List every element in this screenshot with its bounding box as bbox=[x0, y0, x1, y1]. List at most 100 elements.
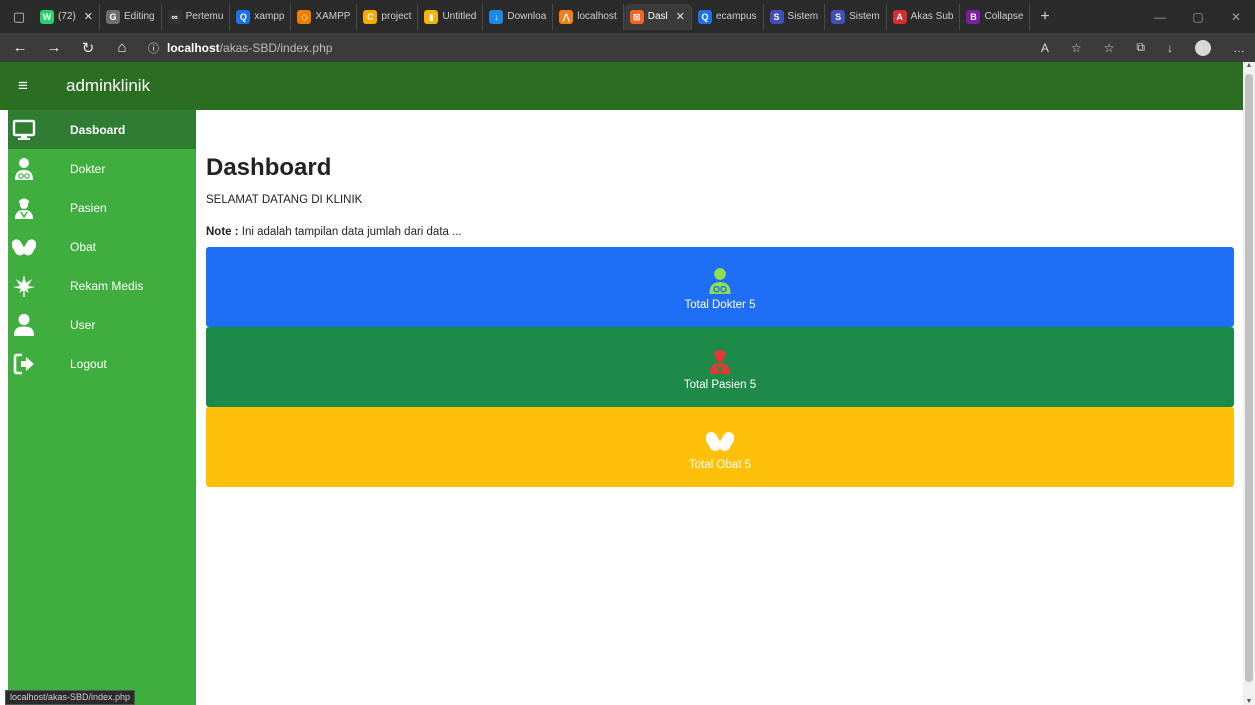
tab-label: project bbox=[381, 11, 412, 22]
note-label: Note : bbox=[206, 226, 239, 238]
tab-close-icon[interactable]: ✕ bbox=[676, 10, 685, 23]
hamburger-menu-icon[interactable]: ≡ bbox=[0, 76, 46, 96]
tab-label: ecampus bbox=[715, 11, 757, 22]
card-label: Total Dokter 5 bbox=[684, 299, 756, 311]
browser-tab[interactable]: ▮ Untitled bbox=[418, 3, 484, 30]
sidebar-item-label: Dokter bbox=[70, 161, 106, 176]
browser-tab[interactable]: ◇ XAMPP bbox=[291, 3, 358, 30]
cannabis-leaf-icon bbox=[0, 266, 48, 305]
sidebar-item-pasien[interactable]: Pasien bbox=[8, 188, 196, 227]
profile-avatar[interactable] bbox=[1195, 39, 1211, 56]
tab-favicon-icon: A bbox=[892, 9, 907, 24]
browser-tab[interactable]: ↓ Downloa bbox=[483, 3, 554, 30]
summary-card: Total Pasien 5 bbox=[206, 327, 1234, 407]
browser-tab[interactable]: Qxampp bbox=[230, 3, 292, 30]
main-content: Dashboard SELAMAT DATANG DI KLINIK Note … bbox=[206, 110, 1234, 487]
pills-icon bbox=[706, 423, 734, 455]
browser-tab[interactable]: Cproject bbox=[357, 3, 419, 30]
note-text: Note : Ini adalah tampilan data jumlah d… bbox=[206, 226, 1234, 238]
sidebar-item-label: Dasboard bbox=[70, 122, 126, 137]
browser-tab[interactable]: S Sistem bbox=[764, 3, 826, 30]
url-host: localhost bbox=[167, 40, 220, 55]
summary-cards: Total Dokter 5 Total Pasien 5 Total Obat 5 bbox=[206, 247, 1234, 487]
new-tab-button[interactable]: + bbox=[1030, 8, 1059, 26]
page-scrollbar[interactable]: ▲ ▼ bbox=[1243, 62, 1255, 705]
forward-icon[interactable]: → bbox=[40, 39, 68, 56]
browser-tab[interactable]: ⋀ localhost bbox=[553, 3, 624, 30]
tab-favicon-icon: G bbox=[106, 9, 121, 24]
browser-tab[interactable]: ⊠ Dasl ✕ bbox=[623, 3, 692, 30]
patient-icon bbox=[0, 188, 48, 227]
tab-label: Dasl bbox=[647, 11, 668, 22]
read-aloud-icon[interactable]: A bbox=[1041, 41, 1049, 55]
doctor-icon bbox=[0, 149, 48, 188]
sidebar-item-label: Rekam Medis bbox=[70, 278, 144, 293]
tab-favicon-icon: ◇ bbox=[297, 9, 312, 24]
tab-favicon-icon: ▮ bbox=[424, 9, 439, 24]
tab-favicon-icon: W bbox=[40, 9, 54, 24]
tab-label: (72) bbox=[58, 11, 76, 22]
url-field[interactable]: ⓘ localhost/akas-SBD/index.php bbox=[148, 40, 332, 56]
tab-label: localhost bbox=[577, 11, 617, 22]
favorite-add-icon[interactable]: ☆ bbox=[1071, 41, 1082, 55]
tab-label: Pertemu bbox=[185, 11, 224, 22]
sidebar-item-label: Obat bbox=[70, 239, 97, 254]
back-icon[interactable]: ← bbox=[6, 39, 34, 56]
browser-tab[interactable]: B Collapse bbox=[960, 3, 1031, 30]
sidebar-item-rekam-medis[interactable]: Rekam Medis bbox=[8, 266, 196, 305]
card-label: Total Obat 5 bbox=[688, 459, 751, 471]
url-path: /akas-SBD/index.php bbox=[219, 40, 333, 55]
minimize-icon[interactable]: — bbox=[1141, 10, 1179, 24]
scroll-down-icon[interactable]: ▼ bbox=[1243, 698, 1255, 705]
sidebar-item-dasboard[interactable]: Dasboard bbox=[8, 110, 196, 149]
favorites-icon[interactable]: ☆ bbox=[1104, 41, 1115, 55]
summary-card: Total Obat 5 bbox=[206, 407, 1234, 487]
status-bar-url: localhost/akas-SBD/index.php bbox=[5, 690, 136, 705]
browser-tab[interactable]: ∞ Pertemu bbox=[162, 3, 231, 30]
pills-icon bbox=[0, 227, 48, 266]
sidebar-item-dokter[interactable]: Dokter bbox=[8, 149, 196, 188]
window-controls: — ▢ ✕ bbox=[1141, 0, 1255, 33]
tab-favicon-icon: Q bbox=[236, 9, 251, 24]
more-options-icon[interactable]: … bbox=[1233, 41, 1245, 55]
sidebar-item-logout[interactable]: Logout bbox=[8, 344, 196, 383]
browser-tab[interactable]: G Editing bbox=[100, 3, 162, 30]
sidebar-item-user[interactable]: User bbox=[8, 305, 196, 344]
summary-card: Total Dokter 5 bbox=[206, 247, 1234, 327]
collections-icon[interactable]: ⧉ bbox=[1136, 40, 1145, 55]
restore-icon[interactable]: ▢ bbox=[1179, 10, 1217, 24]
downloads-icon[interactable]: ↓ bbox=[1167, 41, 1173, 55]
tab-label: Untitled bbox=[442, 11, 477, 22]
sidebar-item-obat[interactable]: Obat bbox=[8, 227, 196, 266]
tab-label: xampp bbox=[254, 11, 285, 22]
info-icon[interactable]: ⓘ bbox=[148, 40, 159, 56]
app-header: ≡ adminklinik bbox=[0, 62, 1243, 110]
tab-label: Sistem bbox=[849, 11, 880, 22]
card-label: Total Pasien 5 bbox=[683, 379, 757, 391]
tab-favicon-icon: S bbox=[769, 9, 784, 24]
browser-tab[interactable]: Qecampus bbox=[692, 3, 764, 30]
browser-tab[interactable]: W (72) ✕ bbox=[34, 3, 101, 30]
tab-label: Akas Sub bbox=[910, 11, 954, 22]
sidebar-item-label: Logout bbox=[70, 356, 107, 371]
home-icon[interactable]: ⌂ bbox=[108, 39, 136, 56]
note-body: Ini adalah tampilan data jumlah dari dat… bbox=[238, 226, 462, 238]
scroll-up-icon[interactable]: ▲ bbox=[1243, 62, 1255, 69]
logout-icon bbox=[0, 344, 48, 383]
tab-favicon-icon: C bbox=[363, 9, 378, 24]
tab-favicon-icon: ⋀ bbox=[559, 9, 574, 24]
tab-label: Collapse bbox=[984, 11, 1024, 22]
refresh-icon[interactable]: ↻ bbox=[74, 39, 102, 57]
tab-favicon-icon: ↓ bbox=[489, 9, 504, 24]
scrollbar-thumb[interactable] bbox=[1245, 74, 1253, 682]
tab-label: Editing bbox=[124, 11, 155, 22]
browser-tab-strip: ▢ W (72) ✕ G Editing ∞ Pertemu Qxampp ◇ XAMPP Cpro… bbox=[0, 0, 1255, 33]
tab-close-icon[interactable]: ✕ bbox=[84, 10, 93, 23]
tab-actions-icon[interactable]: ▢ bbox=[4, 4, 34, 30]
tab-favicon-icon: ⊠ bbox=[629, 9, 644, 24]
tab-label: XAMPP bbox=[315, 11, 351, 22]
browser-tab[interactable]: S Sistem bbox=[825, 3, 887, 30]
browser-tab[interactable]: A Akas Sub bbox=[887, 3, 961, 30]
tab-favicon-icon: B bbox=[966, 9, 981, 24]
close-window-icon[interactable]: ✕ bbox=[1217, 10, 1255, 24]
